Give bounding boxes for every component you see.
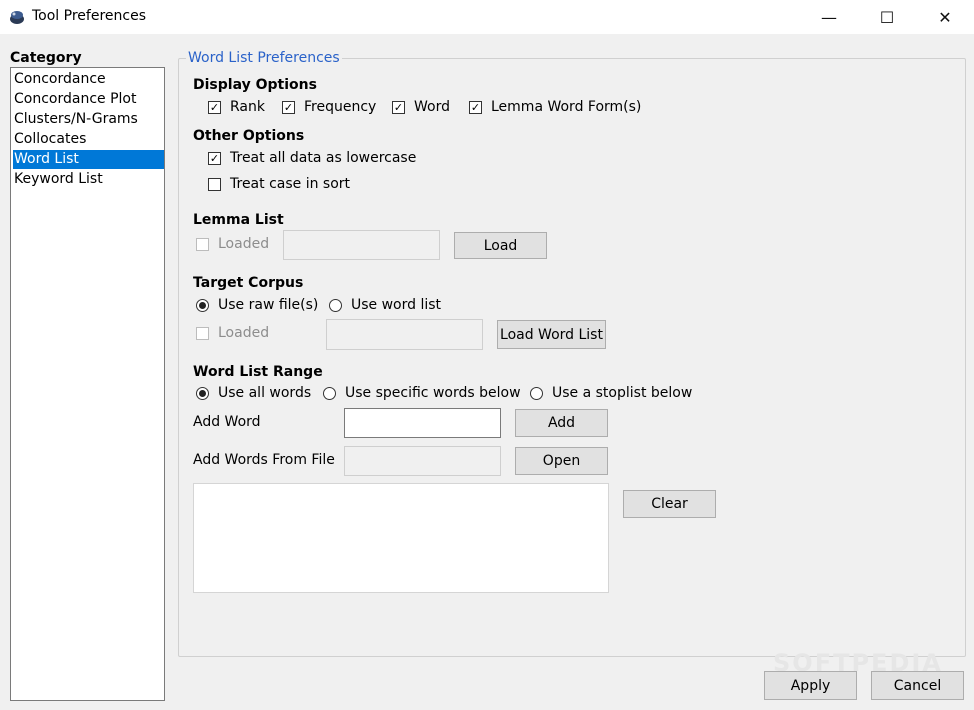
clear-button[interactable]: Clear [623,490,716,518]
lowercase-checkbox[interactable]: ✓ [208,152,221,165]
maximize-icon: ☐ [879,7,895,27]
add-word-input[interactable] [344,408,501,438]
category-item-clusters[interactable]: Clusters/N-Grams [13,110,164,129]
minimize-button[interactable]: — [800,0,858,34]
raw-files-label: Use raw file(s) [218,297,319,313]
category-item-collocates[interactable]: Collocates [13,130,164,149]
add-words-from-file-label: Add Words From File [193,452,335,468]
word-label: Word [414,99,450,115]
lowercase-label: Treat all data as lowercase [230,150,417,166]
other-options-heading: Other Options [193,128,305,144]
raw-files-radio[interactable] [196,299,209,312]
rank-label: Rank [230,99,265,115]
lemma-list-heading: Lemma List [193,212,284,228]
open-file-button[interactable]: Open [515,447,608,475]
corpus-file-field[interactable] [326,319,483,350]
case-sort-label: Treat case in sort [230,176,351,192]
frequency-label: Frequency [304,99,377,115]
close-icon: ✕ [938,7,952,27]
stoplist-radio[interactable] [530,387,543,400]
lemma-loaded-label: Loaded [218,236,270,252]
target-corpus-heading: Target Corpus [193,275,304,291]
case-sort-checkbox[interactable] [208,178,221,191]
add-word-button[interactable]: Add [515,409,608,437]
lemma-loaded-checkbox[interactable] [196,238,209,251]
add-word-label: Add Word [193,414,261,430]
word-list-radio-label: Use word list [351,297,442,313]
corpus-loaded-checkbox[interactable] [196,327,209,340]
close-button[interactable]: ✕ [916,0,974,34]
specific-words-radio[interactable] [323,387,336,400]
stoplist-label: Use a stoplist below [552,385,693,401]
window-title: Tool Preferences [32,8,146,24]
lemma-checkbox[interactable]: ✓ [469,101,482,114]
all-words-radio[interactable] [196,387,209,400]
word-checkbox[interactable]: ✓ [392,101,405,114]
words-file-field[interactable] [344,446,501,476]
category-list[interactable]: Concordance Concordance Plot Clusters/N-… [10,67,165,701]
lemma-file-field[interactable] [283,230,440,260]
words-list-area[interactable] [193,483,609,593]
specific-words-label: Use specific words below [345,385,521,401]
display-options-heading: Display Options [193,77,317,93]
all-words-label: Use all words [218,385,312,401]
lemma-load-button[interactable]: Load [454,232,547,259]
app-icon [10,11,24,24]
preferences-group-title: Word List Preferences [186,50,342,66]
word-list-range-heading: Word List Range [193,364,323,380]
lemma-label: Lemma Word Form(s) [491,99,642,115]
corpus-loaded-label: Loaded [218,325,270,341]
minimize-icon: — [821,7,837,27]
category-item-concordance-plot[interactable]: Concordance Plot [13,90,164,109]
apply-button[interactable]: Apply [764,671,857,700]
load-word-list-button[interactable]: Load Word List [497,320,606,349]
word-list-radio[interactable] [329,299,342,312]
category-label: Category [10,50,82,66]
frequency-checkbox[interactable]: ✓ [282,101,295,114]
category-item-word-list[interactable]: Word List [13,150,164,169]
category-item-concordance[interactable]: Concordance [13,70,164,89]
cancel-button[interactable]: Cancel [871,671,964,700]
rank-checkbox[interactable]: ✓ [208,101,221,114]
maximize-button[interactable]: ☐ [858,0,916,34]
category-item-keyword-list[interactable]: Keyword List [13,170,164,189]
